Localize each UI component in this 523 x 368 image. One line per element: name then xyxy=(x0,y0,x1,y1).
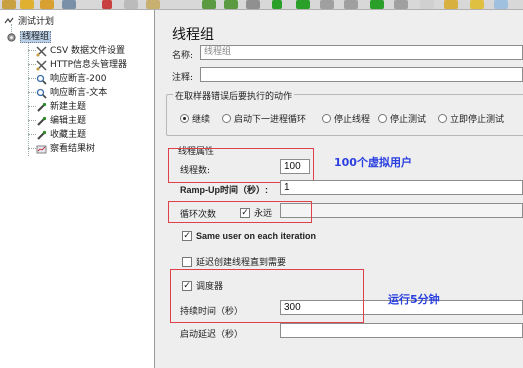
same-user-checkbox[interactable]: ✓ Same user on each iteration xyxy=(182,231,316,241)
tree-item-thread-group[interactable]: 线程组 xyxy=(6,31,52,44)
clear-all-icon[interactable] xyxy=(444,0,458,9)
radio-label: 停止线程 xyxy=(334,115,371,125)
tree-item-label: 测试计划 xyxy=(18,17,55,27)
chart-icon xyxy=(36,144,47,155)
name-label: 名称: xyxy=(172,51,194,61)
function-icon[interactable] xyxy=(494,0,508,9)
toolbar xyxy=(0,0,523,10)
tree-item-label: 新建主题 xyxy=(50,102,87,112)
new-icon[interactable] xyxy=(2,0,16,9)
radio-dot xyxy=(222,114,231,123)
cut-icon[interactable] xyxy=(102,0,112,9)
radio-stop-thread[interactable]: 停止线程 xyxy=(322,112,370,125)
shutdown-icon[interactable] xyxy=(344,0,358,9)
tree-item-label: CSV 数据文件设置 xyxy=(50,46,126,56)
rampup-label: Ramp-Up时间（秒）: xyxy=(180,185,268,195)
comment-field[interactable] xyxy=(200,67,523,82)
test-plan-icon xyxy=(4,17,15,28)
expand-icon[interactable] xyxy=(202,0,216,9)
tree-item-label: 线程组 xyxy=(20,31,52,43)
radio-label: 立即停止测试 xyxy=(450,115,505,125)
rampup-field[interactable]: 1 xyxy=(280,180,523,195)
start-icon[interactable] xyxy=(272,0,282,9)
radio-stop-test[interactable]: 停止测试 xyxy=(378,112,426,125)
thread-group-panel: 线程组 名称: 线程组 注释: 在取样器错误后要执行的动作 继续 启动下一进程循… xyxy=(156,10,523,368)
startup-delay-label: 启动延迟（秒） xyxy=(180,330,244,340)
radio-label: 停止测试 xyxy=(390,115,427,125)
radio-dot xyxy=(180,114,189,123)
tree-item-view-results-tree[interactable]: 察看结果树 xyxy=(36,143,95,156)
name-field[interactable]: 线程组 xyxy=(200,45,523,60)
gear-icon xyxy=(6,32,17,43)
tree-item-label: 察看结果树 xyxy=(50,144,96,154)
pipette-icon xyxy=(36,130,47,141)
copy-icon[interactable] xyxy=(124,0,138,9)
threads-highlight-box xyxy=(168,148,314,183)
radio-label: 继续 xyxy=(192,115,211,125)
tree-item-label: 响应断言-200 xyxy=(50,74,107,84)
collapse-icon[interactable] xyxy=(224,0,238,9)
comment-label: 注释: xyxy=(172,73,194,83)
tree-item-edit-topic[interactable]: 编辑主题 xyxy=(36,115,86,128)
radio-dot xyxy=(378,114,387,123)
remote-start-icon[interactable] xyxy=(370,0,384,9)
paste-icon[interactable] xyxy=(146,0,160,9)
duration-annotation: 运行5分钟 xyxy=(388,293,440,306)
radio-dot xyxy=(438,114,447,123)
sampler-error-group-title: 在取样器错误后要执行的动作 xyxy=(173,89,295,102)
clear-icon[interactable] xyxy=(420,0,434,9)
tree-item-label: 收藏主题 xyxy=(50,130,87,140)
page-title: 线程组 xyxy=(172,27,214,43)
checkbox-box xyxy=(182,256,192,267)
magnifier-icon xyxy=(36,88,47,99)
search-icon[interactable] xyxy=(470,0,484,9)
radio-continue[interactable]: 继续 xyxy=(180,112,210,125)
radio-dot xyxy=(322,114,331,123)
checkbox-label: Same user on each iteration xyxy=(196,231,317,241)
tree-item-label: 编辑主题 xyxy=(50,116,87,126)
pipette-icon xyxy=(36,102,47,113)
radio-start-next-loop[interactable]: 启动下一进程循环 xyxy=(222,112,306,125)
delay-thread-creation-checkbox[interactable]: 延迟创建线程直到需要 xyxy=(182,255,286,268)
save-icon[interactable] xyxy=(62,0,76,9)
stop-icon[interactable] xyxy=(320,0,334,9)
loop-count-field[interactable] xyxy=(280,203,523,218)
remote-stop-icon[interactable] xyxy=(394,0,408,9)
tree-item-favorite-topic[interactable]: 收藏主题 xyxy=(36,129,86,142)
open-icon[interactable] xyxy=(40,0,54,9)
checkbox-label: 延迟创建线程直到需要 xyxy=(196,258,287,268)
users-annotation: 100个虚拟用户 xyxy=(334,156,412,169)
radio-stop-test-now[interactable]: 立即停止测试 xyxy=(438,112,504,125)
loop-highlight-box xyxy=(168,201,312,223)
tree-item-label: HTTP信息头管理器 xyxy=(50,60,128,70)
tree-item-label: 响应断言-文本 xyxy=(50,88,108,98)
magnifier-icon xyxy=(36,74,47,85)
toggle-icon[interactable] xyxy=(246,0,260,9)
test-plan-tree: 测试计划 线程组 CSV 数据文件设置 HTTP信息头管理器 响应断言-200 … xyxy=(0,10,155,368)
startup-delay-field[interactable] xyxy=(280,323,523,338)
checkbox-box: ✓ xyxy=(182,231,192,241)
tree-item-response-assertion-200[interactable]: 响应断言-200 xyxy=(36,73,106,86)
tree-item-http-header-manager[interactable]: HTTP信息头管理器 xyxy=(36,59,127,72)
scissors-icon xyxy=(36,60,47,71)
scheduler-highlight-box xyxy=(170,269,364,323)
templates-icon[interactable] xyxy=(20,0,34,9)
pipette-icon xyxy=(36,116,47,127)
tree-item-csv-config[interactable]: CSV 数据文件设置 xyxy=(36,45,125,58)
tree-item-response-assertion-text[interactable]: 响应断言-文本 xyxy=(36,87,107,100)
tree-item-test-plan[interactable]: 测试计划 xyxy=(4,16,54,29)
start-no-pause-icon[interactable] xyxy=(296,0,310,9)
tree-item-new-topic[interactable]: 新建主题 xyxy=(36,101,86,114)
scissors-icon xyxy=(36,46,47,57)
radio-label: 启动下一进程循环 xyxy=(234,115,307,125)
